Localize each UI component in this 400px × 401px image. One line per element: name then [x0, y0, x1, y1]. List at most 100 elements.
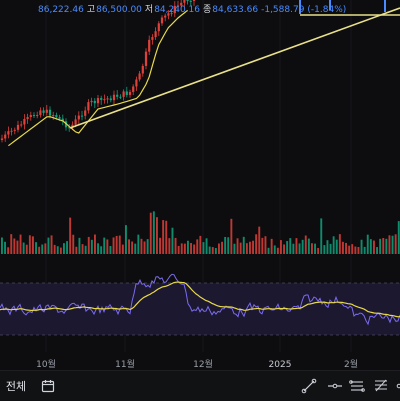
volume-bar [394, 234, 397, 254]
volume-bar [100, 246, 103, 254]
candle-body [192, 0, 196, 2]
price-chart[interactable]: 10월 11월 12월 2025 2월 86,222.46 고86,500.00 저… [0, 0, 400, 370]
volume-bar [261, 237, 264, 254]
candle-body [87, 102, 90, 111]
volume-bar [16, 240, 19, 254]
candle-body [109, 98, 112, 101]
volume-bar [345, 242, 347, 254]
ray-tool-icon[interactable] [394, 371, 400, 401]
volume-bar [78, 237, 81, 254]
candle-body [55, 115, 58, 118]
volume-bar [348, 245, 351, 254]
volume-bar [208, 246, 211, 254]
volume-bar [90, 239, 93, 254]
volume-bar [44, 243, 47, 254]
volume-bar [187, 240, 189, 254]
candle-body [116, 94, 119, 97]
x-axis-label-nov: 11월 [115, 358, 135, 370]
volume-bar [342, 241, 344, 254]
candle-body [45, 109, 48, 113]
volume-bar [289, 238, 292, 254]
volume-bar [106, 239, 109, 254]
volume-bar [121, 244, 124, 254]
volume-bar [199, 235, 202, 254]
channel-tool-icon[interactable] [344, 371, 370, 401]
volume-bar [13, 238, 16, 254]
candle-body [176, 5, 180, 7]
volume-bar [63, 243, 65, 254]
candle-body [13, 129, 16, 131]
volume-bar [50, 235, 53, 254]
volume-bar [224, 236, 227, 254]
price-candles [0, 0, 386, 143]
volume-bar [211, 247, 214, 254]
volume-bar [354, 246, 357, 254]
candle-body [141, 65, 144, 74]
candle-body [112, 94, 116, 101]
candle-body [167, 13, 170, 16]
trendline-tool-icon[interactable] [296, 371, 322, 401]
candle-body [26, 117, 29, 120]
candle-body [132, 86, 135, 92]
candle-body [384, 0, 386, 12]
chart-canvas[interactable]: 10월 11월 12월 2025 2월 [0, 0, 400, 370]
volume-bar [59, 247, 62, 254]
volume-bar [230, 218, 233, 254]
volume-bar [10, 234, 13, 254]
volume-bar [373, 240, 375, 254]
volume-bar [236, 238, 239, 254]
candle-body [80, 115, 84, 117]
volume-bar [202, 242, 205, 254]
volume-bar [270, 238, 273, 254]
candle-body [186, 0, 189, 1]
candle-body [154, 31, 157, 38]
candle-body [329, 0, 331, 10]
volume-bar [218, 243, 220, 254]
volume-bar [94, 234, 96, 254]
candle-body [183, 0, 186, 3]
candle-body [173, 5, 176, 14]
volume-bar [84, 245, 87, 254]
period-all-button[interactable]: 전체 [0, 371, 32, 401]
volume-bar [366, 234, 369, 254]
volume-bar [304, 235, 307, 254]
volume-bar [180, 243, 183, 254]
candle-body [77, 115, 80, 120]
volume-bar [118, 235, 121, 254]
volume-bar [227, 237, 230, 254]
candle-body [4, 134, 7, 139]
volume-bar [264, 236, 267, 254]
volume-bar [183, 243, 186, 254]
x-axis-label-feb: 2월 [344, 358, 358, 370]
candle-body [32, 115, 36, 117]
volume-bar [128, 239, 130, 254]
volume-bar [162, 220, 165, 254]
volume-bar [276, 247, 279, 254]
volume-bar [97, 243, 99, 254]
candle-body [29, 115, 32, 118]
volume-bar [397, 221, 400, 254]
x-axis-label-oct: 10월 [36, 358, 56, 370]
volume-bar [295, 238, 298, 254]
volume-bar [233, 243, 236, 254]
calendar-icon[interactable] [38, 371, 58, 401]
volume-bar [149, 212, 152, 254]
volume-bar [320, 218, 323, 254]
volume-bar [369, 239, 372, 254]
candle-body [106, 98, 109, 100]
volume-bar [379, 238, 382, 254]
volume-bar [376, 247, 378, 254]
volume-bar [22, 242, 25, 254]
candle-body [144, 51, 148, 66]
fib-tool-icon[interactable] [368, 371, 394, 401]
volume-bar [53, 244, 56, 254]
volume-bar [168, 238, 171, 254]
candle-body [122, 91, 125, 97]
volume-bar [286, 241, 289, 254]
volume-bar [171, 227, 174, 254]
candle-body [42, 110, 45, 113]
volume-bar [75, 246, 78, 254]
volume-bar [298, 243, 301, 254]
volume-bar [382, 238, 385, 254]
volume-bar [326, 240, 329, 254]
